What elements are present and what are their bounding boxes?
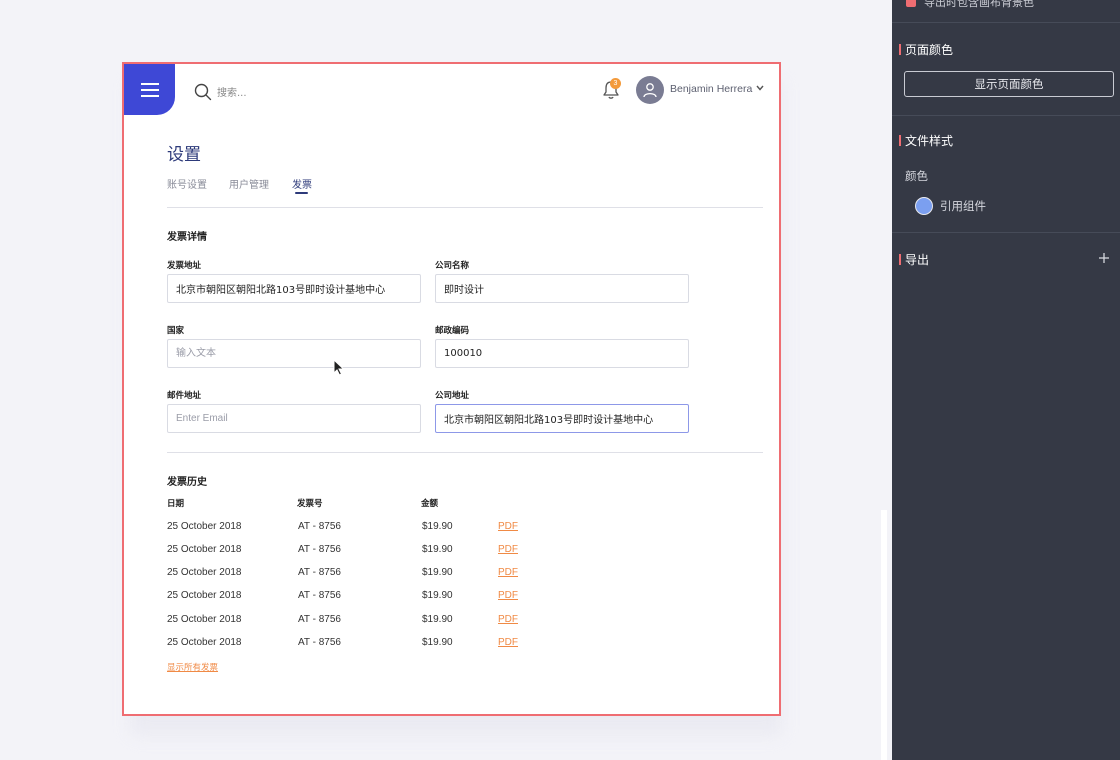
invoice-date: 25 October 2018 [167,567,242,578]
pdf-link[interactable]: PDF [498,567,518,578]
table-row: 25 October 2018 AT - 8756 $19.90 PDF [124,544,779,560]
table-row: 25 October 2018 AT - 8756 $19.90 PDF [124,637,779,653]
company-address-label: 公司地址 [435,391,470,401]
export-heading: 导出 [899,251,929,268]
hamburger-menu-button[interactable] [124,64,175,115]
mail-address-label: 邮件地址 [167,391,202,401]
invoice-number: AT - 8756 [298,614,341,625]
tab-user-management[interactable]: 用户管理 [229,176,269,191]
mouse-pointer-icon [333,359,345,376]
postal-code-label: 邮政编码 [435,326,470,336]
table-row: 25 October 2018 AT - 8756 $19.90 PDF [124,567,779,583]
pdf-link[interactable]: PDF [498,521,518,532]
heading-marker [899,135,901,146]
panel-divider [892,232,1120,233]
invoice-history-title: 发票历史 [167,477,207,488]
table-row: 25 October 2018 AT - 8756 $19.90 PDF [124,590,779,606]
email-field[interactable] [167,404,421,433]
active-tab-indicator [295,192,308,194]
page-title: 设置 [167,145,201,165]
export-heading-text: 导出 [905,253,930,267]
company-address-input[interactable] [435,404,689,433]
settings-artboard[interactable]: 3 Benjamin Herrera 设置 账号设置 用户管理 发票 发票详情 … [122,62,781,716]
hamburger-icon [140,82,159,97]
invoice-amount: $19.90 [422,521,453,532]
divider [167,452,763,453]
color-label: 颜色 [905,169,928,183]
column-header-date: 日期 [167,499,185,509]
heading-marker [899,254,901,265]
tab-invoice[interactable]: 发票 [292,176,312,191]
postal-code-input[interactable] [435,339,689,368]
invoice-amount: $19.90 [422,590,453,601]
user-icon [643,83,657,98]
page-color-heading-text: 页面颜色 [905,43,954,57]
table-row: 25 October 2018 AT - 8756 $19.90 PDF [124,521,779,537]
invoice-number: AT - 8756 [298,637,341,648]
panel-divider [892,115,1120,116]
table-row: 25 October 2018 AT - 8756 $19.90 PDF [124,614,779,630]
invoice-amount: $19.90 [422,614,453,625]
invoice-amount: $19.90 [422,544,453,555]
pdf-link[interactable]: PDF [498,544,518,555]
file-style-heading-text: 文件样式 [905,134,954,148]
color-swatch[interactable] [915,197,933,215]
column-header-amount: 金额 [421,499,439,509]
invoice-details-title: 发票详情 [167,232,207,243]
search-input[interactable] [217,85,417,101]
checkbox-icon[interactable] [906,0,916,7]
invoice-date: 25 October 2018 [167,590,242,601]
add-export-plus-icon[interactable] [1097,251,1111,265]
invoice-date: 25 October 2018 [167,544,242,555]
pdf-link[interactable]: PDF [498,614,518,625]
include-background-option[interactable]: 导出时包含画布背景色 [906,0,1034,10]
chevron-down-icon[interactable] [756,85,764,91]
tab-account-settings[interactable]: 账号设置 [167,176,207,191]
canvas-scrollbar[interactable] [881,510,887,760]
show-page-color-button[interactable]: 显示页面颜色 [904,71,1114,97]
heading-marker [899,44,901,55]
invoice-number: AT - 8756 [298,567,341,578]
company-name-input[interactable] [435,274,689,303]
invoice-number: AT - 8756 [298,544,341,555]
invoice-address-label: 发票地址 [167,261,202,271]
user-name[interactable]: Benjamin Herrera [670,83,752,95]
divider [167,207,763,208]
pdf-link[interactable]: PDF [498,637,518,648]
company-name-label: 公司名称 [435,261,470,271]
column-header-invoice-number: 发票号 [297,499,323,509]
file-style-heading: 文件样式 [899,132,953,149]
referenced-component-label[interactable]: 引用组件 [940,198,986,214]
include-background-label: 导出时包含画布背景色 [924,0,1034,9]
avatar[interactable] [636,76,664,104]
pdf-link[interactable]: PDF [498,590,518,601]
notification-badge: 3 [610,78,621,89]
show-all-invoices-link[interactable]: 显示所有发票 [167,661,218,673]
invoice-amount: $19.90 [422,567,453,578]
invoice-date: 25 October 2018 [167,614,242,625]
panel-divider [892,22,1120,23]
invoice-date: 25 October 2018 [167,637,242,648]
search-icon [194,83,212,101]
inspector-panel: 导出时包含画布背景色 页面颜色 显示页面颜色 文件样式 颜色 引用组件 导出 [892,0,1120,760]
country-label: 国家 [167,326,185,336]
invoice-date: 25 October 2018 [167,521,242,532]
page-color-heading: 页面颜色 [899,41,953,58]
country-input[interactable] [167,339,421,368]
invoice-number: AT - 8756 [298,590,341,601]
invoice-address-input[interactable] [167,274,421,303]
invoice-number: AT - 8756 [298,521,341,532]
invoice-amount: $19.90 [422,637,453,648]
